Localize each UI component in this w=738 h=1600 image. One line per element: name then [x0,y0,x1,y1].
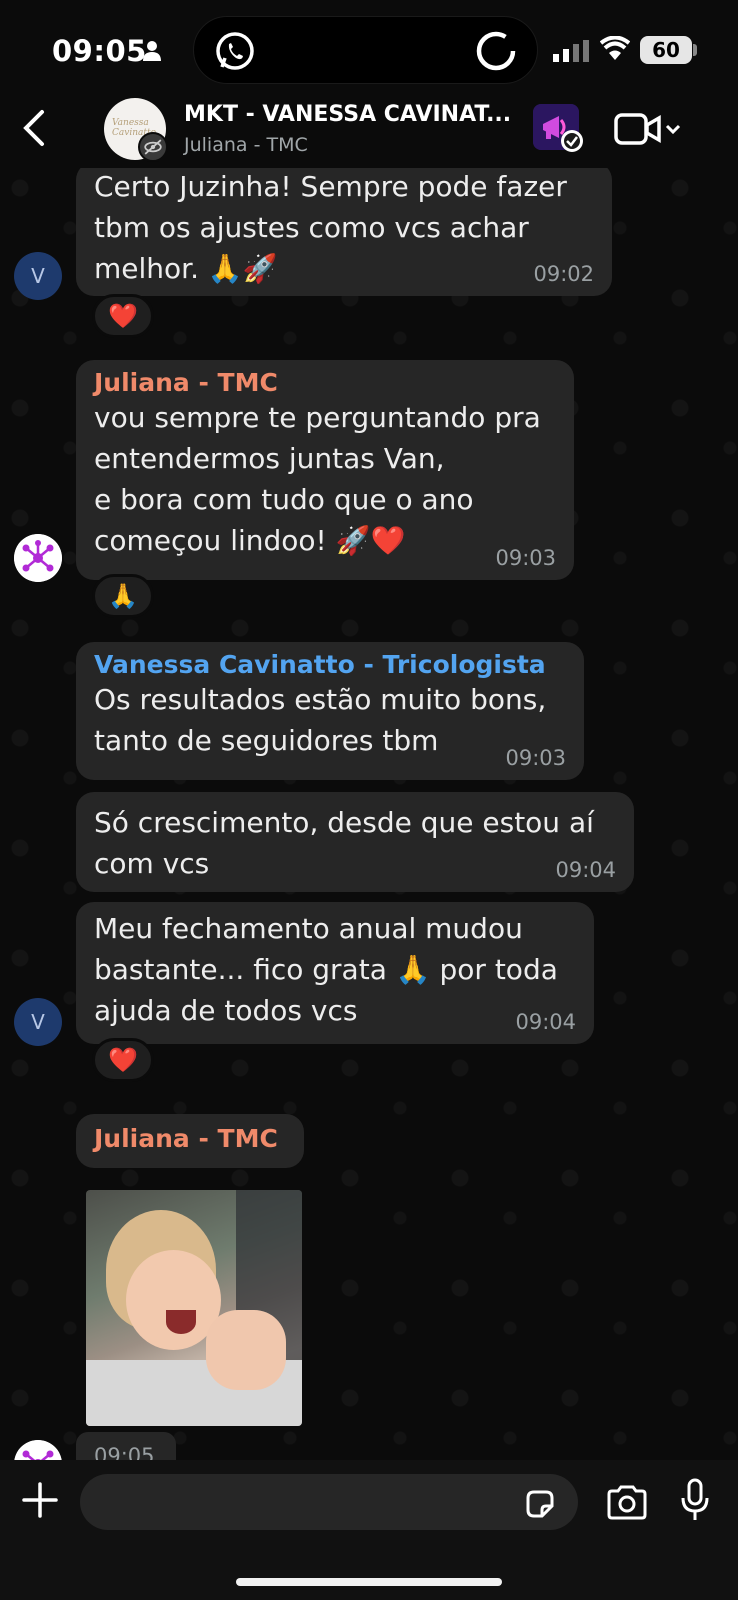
media-image-child-clapping[interactable] [86,1190,302,1426]
person-icon [143,41,161,61]
media-sender-header: Juliana - TMC [76,1114,304,1168]
wifi-icon [600,36,630,60]
chat-subtitle[interactable]: Juliana - TMC [184,134,308,156]
whatsapp-icon [216,32,254,70]
message-time: 09:03 [505,746,566,770]
message-text: Meu fechamento anual mudou bastante... f… [94,912,558,1027]
message-list[interactable]: Certo Juzinha! Sempre pode fazer tbm os … [0,168,738,1468]
message-bubble[interactable]: Certo Juzinha! Sempre pode fazer tbm os … [76,168,612,296]
message-bubble[interactable]: Vanessa Cavinatto - Tricologista Os resu… [76,642,584,780]
message-time: 09:04 [515,1010,576,1034]
eye-off-icon [138,132,168,162]
message-text: vou sempre te perguntando pra entendermo… [94,401,541,557]
sender-avatar[interactable]: V [14,252,62,300]
molecule-avatar-icon[interactable] [14,534,62,582]
message-input[interactable] [80,1474,578,1530]
plus-icon[interactable] [22,1482,58,1518]
message-bubble[interactable]: Só crescimento, desde que estou aí com v… [76,792,634,892]
message-time: 09:02 [533,262,594,286]
signal-icon [553,40,589,62]
check-badge-icon [561,130,583,152]
battery-cap [693,44,697,56]
message-bubble[interactable]: Meu fechamento anual mudou bastante... f… [76,902,594,1044]
status-bar: 09:05 60 [0,0,738,100]
composer-bar [0,1460,738,1600]
message-text: Os resultados estão muito bons, tanto de… [94,683,547,757]
sticker-icon[interactable] [524,1488,556,1520]
video-call-icon[interactable] [614,112,684,146]
activity-ring-icon [476,31,516,71]
photo-hands [206,1310,286,1390]
chat-title[interactable]: MKT - VANESSA CAVINAT... [184,102,514,127]
message-bubble[interactable]: Juliana - TMC vou sempre te perguntando … [76,360,574,580]
message-time: 09:03 [495,546,556,570]
reaction-badge[interactable]: 🙏 [92,574,154,618]
microphone-icon[interactable] [680,1478,710,1522]
chat-header: Vanessa Cavinatto MKT - VANESSA CAVINAT.… [0,90,738,168]
dynamic-island [193,16,538,84]
reaction-badge[interactable]: ❤️ [92,1038,154,1082]
message-sender[interactable]: Juliana - TMC [94,368,556,397]
message-text: Só crescimento, desde que estou aí com v… [94,806,594,880]
sender-avatar[interactable]: V [14,998,62,1046]
message-text: Certo Juzinha! Sempre pode fazer tbm os … [94,170,567,285]
message-sender[interactable]: Juliana - TMC [94,1124,286,1153]
reaction-badge[interactable]: ❤️ [92,294,154,338]
home-indicator [236,1578,502,1586]
back-chevron-icon[interactable] [20,108,48,148]
battery-level: 60 [640,36,692,64]
clock: 09:05 [52,34,147,68]
camera-icon[interactable] [606,1484,648,1520]
message-time: 09:04 [555,858,616,882]
photo-mouth [166,1310,196,1334]
message-sender[interactable]: Vanessa Cavinatto - Tricologista [94,650,566,679]
